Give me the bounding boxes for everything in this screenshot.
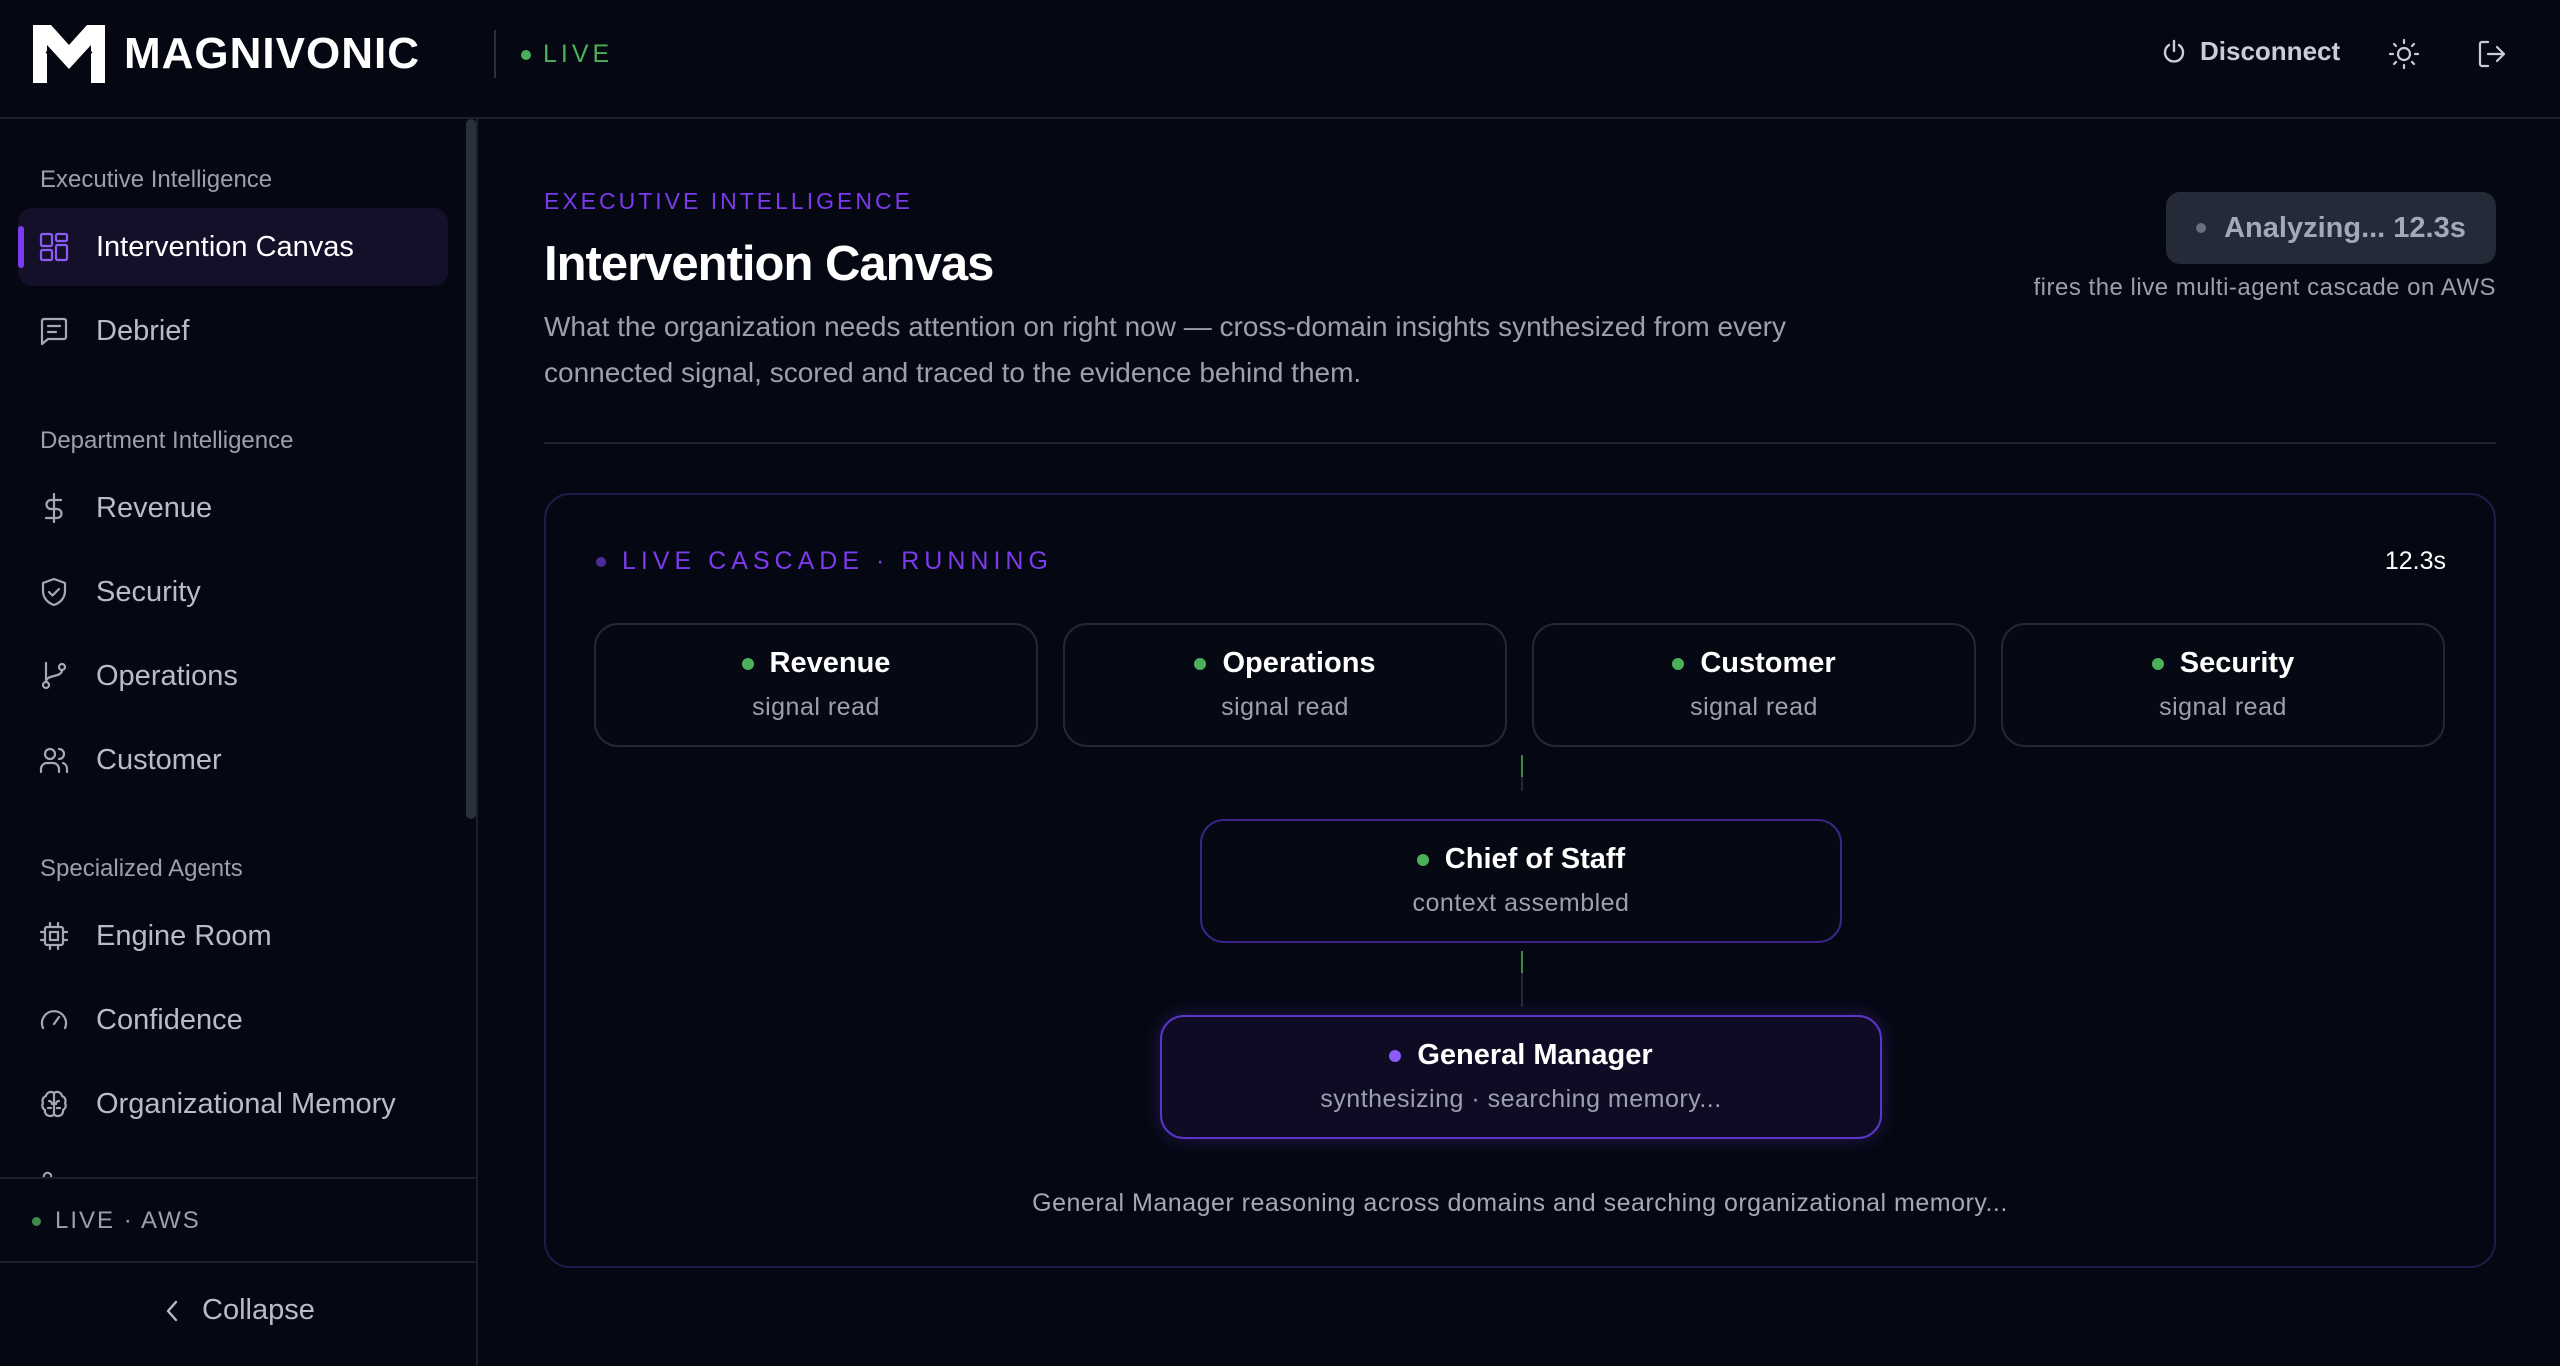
agent-card-operations[interactable]: Operations signal read — [1063, 623, 1507, 747]
disconnect-label: Disconnect — [2200, 36, 2341, 66]
brain-icon — [41, 1090, 67, 1118]
chevron-left-icon — [166, 1300, 178, 1321]
sidebar-footer: LIVE · AWS Collapse — [0, 1177, 476, 1366]
sidebar-item-label: Engine Room — [96, 919, 272, 952]
section-label-specialized: Specialized Agents — [40, 855, 243, 882]
sidebar-item-label: Operations — [96, 659, 238, 692]
sidebar-item-clipped[interactable] — [40, 1169, 240, 1177]
sidebar-item-revenue[interactable]: Revenue — [18, 469, 448, 547]
dollar-sign-icon — [44, 492, 63, 524]
cascade-caption: General Manager reasoning across domains… — [1032, 1189, 2008, 1217]
users-icon — [39, 747, 69, 774]
cascade-elapsed: 12.3s — [2384, 547, 2446, 575]
agent-name: Revenue — [769, 647, 891, 679]
sun-icon[interactable] — [2388, 38, 2420, 70]
sidebar-item-label: Intervention Canvas — [96, 230, 354, 263]
footer-live-status: LIVE · AWS — [32, 1207, 201, 1235]
sidebar-item-operations[interactable]: Operations — [18, 637, 448, 715]
connector-progress — [1521, 755, 1523, 777]
connector-progress — [1521, 951, 1523, 973]
live-cascade-panel: LIVE CASCADE · RUNNING 12.3s Revenue sig… — [544, 493, 2496, 1268]
magnivonic-logo[interactable] — [31, 23, 107, 85]
brand-divider — [494, 30, 496, 78]
sidebar-item-debrief[interactable]: Debrief — [18, 292, 448, 370]
agent-card-revenue[interactable]: Revenue signal read — [594, 623, 1038, 747]
gauge-icon — [40, 1010, 68, 1030]
status-dot — [741, 657, 754, 670]
cascade-header-label: LIVE CASCADE · RUNNING — [622, 547, 1053, 575]
section-label-department: Department Intelligence — [40, 427, 294, 454]
analyze-button[interactable]: Analyzing... 12.3s — [2166, 192, 2496, 264]
sidebar-item-engine-room[interactable]: Engine Room — [18, 897, 448, 975]
agent-name: Customer — [1700, 647, 1836, 679]
sidebar-scrollbar[interactable] — [466, 119, 476, 819]
disconnect-button[interactable]: Disconnect — [2162, 36, 2340, 67]
live-dot — [521, 49, 531, 60]
agent-name: Operations — [1222, 647, 1376, 679]
analyze-hint: fires the live multi-agent cascade on AW… — [2033, 274, 2496, 301]
agent-card-security[interactable]: Security signal read — [2001, 623, 2445, 747]
agent-status: signal read — [1690, 693, 1818, 721]
sidebar-item-customer[interactable]: Customer — [18, 721, 448, 799]
agent-status: signal read — [2159, 693, 2287, 721]
active-indicator — [18, 226, 24, 268]
message-square-icon — [40, 317, 68, 346]
sidebar-item-label: Security — [96, 575, 201, 608]
cascade-connector — [1521, 951, 1523, 1007]
agent-card-general-manager[interactable]: General Manager synthesizing · searching… — [1160, 1015, 1882, 1139]
brand-name: MAGNIVONIC — [124, 29, 420, 78]
sidebar-item-label: Revenue — [96, 491, 213, 524]
sidebar-nav: Executive Intelligence Intervention Canv… — [0, 119, 476, 1177]
cascade-header: LIVE CASCADE · RUNNING — [596, 547, 1053, 576]
status-dot — [2151, 657, 2164, 670]
analyze-status-dot — [2196, 223, 2207, 233]
agent-name: Security — [2179, 647, 2295, 679]
sidebar-item-label: Customer — [96, 743, 222, 776]
top-bar: MAGNIVONIC LIVE Disconnect — [0, 0, 2560, 119]
page-title: Intervention Canvas — [544, 237, 994, 291]
power-icon — [2163, 39, 2185, 63]
status-dot — [1416, 853, 1429, 866]
section-label-executive: Executive Intelligence — [40, 166, 273, 193]
live-label: LIVE — [543, 40, 614, 68]
agent-name: Chief of Staff — [1444, 843, 1626, 875]
agent-status: signal read — [752, 693, 880, 721]
footer-live-dot — [32, 1216, 41, 1226]
sidebar-item-label: Organizational Memory — [96, 1087, 396, 1120]
collapse-button[interactable]: Collapse — [164, 1294, 315, 1327]
sidebar-item-label: Debrief — [96, 314, 190, 347]
live-status: LIVE — [521, 40, 613, 69]
cascade-status-dot — [596, 556, 606, 567]
sidebar-item-confidence[interactable]: Confidence — [18, 981, 448, 1059]
footer-live-label: LIVE · AWS — [55, 1207, 201, 1234]
dashboard-grid-icon — [39, 232, 69, 262]
git-branch-icon — [41, 661, 67, 690]
page-description: What the organization needs attention on… — [544, 311, 1786, 388]
cascade-connector — [1521, 755, 1523, 791]
agent-status: signal read — [1221, 693, 1349, 721]
agent-card-chief-of-staff[interactable]: Chief of Staff context assembled — [1200, 819, 1842, 943]
cpu-icon — [39, 921, 69, 951]
partial-icon — [42, 1171, 53, 1177]
sidebar-item-label: Confidence — [96, 1003, 243, 1036]
status-dot-active — [1389, 1049, 1402, 1062]
sidebar: Executive Intelligence Intervention Canv… — [0, 119, 478, 1366]
analyze-button-label: Analyzing... 12.3s — [2224, 211, 2466, 244]
sidebar-item-intervention-canvas[interactable]: Intervention Canvas — [18, 208, 448, 286]
shield-check-icon — [41, 577, 67, 607]
status-dot — [1194, 657, 1207, 670]
sidebar-item-security[interactable]: Security — [18, 553, 448, 631]
collapse-label: Collapse — [202, 1294, 315, 1326]
page-eyebrow: EXECUTIVE INTELLIGENCE — [544, 188, 913, 214]
header-divider — [544, 442, 2496, 444]
footer-divider — [0, 1261, 476, 1263]
agent-status: context assembled — [1412, 889, 1630, 917]
status-dot — [1672, 657, 1685, 670]
agent-card-customer[interactable]: Customer signal read — [1532, 623, 1976, 747]
sidebar-item-organizational-memory[interactable]: Organizational Memory — [18, 1065, 448, 1143]
logout-icon[interactable] — [2476, 38, 2508, 70]
agent-status: synthesizing · searching memory... — [1320, 1085, 1722, 1113]
agent-name: General Manager — [1417, 1039, 1653, 1071]
